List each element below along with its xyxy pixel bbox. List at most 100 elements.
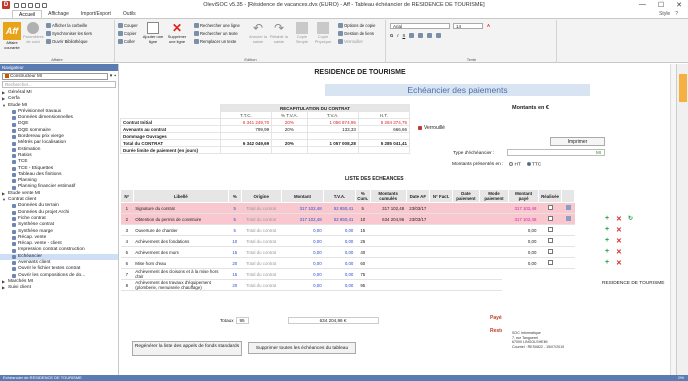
echeance-cell-origine[interactable]: Total du contrat — [241, 235, 282, 247]
add-row-icon[interactable]: + — [605, 259, 609, 266]
echeance-cell-libelle[interactable]: Signature du contrat — [133, 202, 229, 214]
expand-down-icon[interactable]: ▼ — [2, 197, 6, 203]
echeance-cell-date[interactable]: 23/03/17 — [406, 202, 430, 214]
realisee-checkbox[interactable] — [547, 216, 553, 221]
pin-icon[interactable]: ▪ — [114, 73, 116, 79]
echeance-cell-empty[interactable] — [479, 202, 509, 214]
echeance-cell-date[interactable]: 23/03/17 — [406, 213, 430, 225]
echeance-cell-tva[interactable]: 0,00 — [323, 246, 356, 258]
echeance-cell-cum[interactable]: 95 — [355, 279, 371, 291]
echeance-cell-pct[interactable]: 5 — [228, 224, 242, 236]
delete-row-icon[interactable]: ✕ — [616, 237, 622, 245]
echeance-cell-origine[interactable]: Total du contrat — [241, 246, 282, 258]
echeance-cell-empty[interactable] — [429, 213, 453, 225]
echeance-cell-date[interactable] — [406, 224, 430, 236]
ajouter-ligne-button[interactable]: Ajouter une ligne — [142, 22, 164, 44]
echeance-cell-cumules[interactable] — [370, 235, 407, 247]
recap-cell-pct[interactable]: 20% — [271, 118, 308, 126]
coller-button[interactable]: Coller — [118, 39, 135, 44]
echeance-cell-cumules[interactable]: 634 204,96 — [370, 213, 407, 225]
radio-ttc[interactable]: TTC — [526, 162, 541, 167]
echeance-cell-tva[interactable]: 0,00 — [323, 235, 356, 247]
echeance-cell-empty[interactable] — [452, 268, 480, 280]
echeance-cell-libelle[interactable]: Achèvement des murs — [133, 246, 229, 258]
echeance-cell-paye[interactable]: 0,00 — [508, 257, 539, 269]
echeance-cell-libelle[interactable]: Achèvement des fondations — [133, 235, 229, 247]
options-copie-button[interactable]: Options de copie — [338, 23, 375, 28]
affaire-courante-button[interactable]: Aff Affaire courante — [2, 22, 22, 50]
recap-cell-pct[interactable]: 20% — [271, 139, 308, 147]
add-row-icon[interactable]: + — [605, 248, 609, 255]
echeance-cell-n[interactable]: 5 — [120, 246, 134, 258]
echeance-cell-empty[interactable] — [452, 235, 480, 247]
echeance-cell-montant[interactable]: 317 102,48 — [281, 213, 324, 225]
recap-cell-pct[interactable] — [271, 132, 308, 140]
close-button[interactable]: ✕ — [676, 1, 682, 9]
echeance-cell-tva[interactable]: 0,00 — [323, 279, 356, 291]
delete-row-icon[interactable]: ✕ — [616, 259, 622, 267]
add-row-icon[interactable]: + — [605, 226, 609, 233]
echeance-cell-paye[interactable]: 0,00 — [508, 224, 539, 236]
echeance-cell-origine[interactable]: Total du contrat — [241, 268, 282, 280]
echeance-cell-tva[interactable]: 52 850,41 — [323, 202, 356, 214]
echeance-cell-date[interactable] — [406, 268, 430, 280]
afficher-corbeille-button[interactable]: Afficher la corbeille — [46, 23, 87, 28]
verrouiller-button[interactable]: Verrouiller — [338, 39, 363, 44]
echeance-cell-montant[interactable]: 317 102,48 — [281, 202, 324, 214]
recap-cell-ttc[interactable]: 6 342 049,69 — [219, 139, 273, 147]
justify-icon[interactable] — [436, 33, 442, 38]
echeance-row[interactable]: 2 Obtention du permis de construire 5 Total… — [120, 213, 575, 225]
realisee-checkbox[interactable] — [547, 260, 553, 265]
echeance-cell-pct[interactable]: 5 — [228, 202, 242, 214]
echeance-cell-tva[interactable]: 0,00 — [323, 257, 356, 269]
echeance-cell-cum[interactable]: 10 — [355, 213, 371, 225]
echeance-cell-cum[interactable]: 75 — [355, 268, 371, 280]
echeance-cell-empty[interactable] — [429, 268, 453, 280]
type-echeancier-select[interactable]: MI — [507, 149, 605, 156]
echeance-cell-montant[interactable]: 0,00 — [281, 257, 324, 269]
recap-cell-ht[interactable] — [357, 132, 411, 140]
font-family-select[interactable]: Arial — [390, 23, 450, 29]
echeance-cell-cumules[interactable] — [370, 257, 407, 269]
echeance-cell-empty[interactable] — [429, 235, 453, 247]
echeance-cell-origine[interactable]: Total du contrat — [241, 257, 282, 269]
echeance-cell-pct[interactable]: 15 — [228, 246, 242, 258]
echeance-cell-paye[interactable]: 317 102,48 — [508, 202, 539, 214]
recap-cell-ht[interactable]: 666,66 — [357, 125, 411, 133]
parametres-suivi-button[interactable]: Paramètres de suivi — [23, 22, 44, 44]
echeance-cell-paye[interactable]: 0,00 — [508, 235, 539, 247]
side-panel-tab[interactable] — [679, 74, 687, 102]
echeance-row[interactable]: 6 Mise hors d'eau 20 Total du contrat 0,00 0,… — [120, 257, 575, 269]
echeance-cell-empty[interactable] — [429, 224, 453, 236]
delete-row-icon[interactable]: ✕ — [616, 248, 622, 256]
tab-import-export[interactable]: Import/Export — [75, 10, 117, 18]
italic-icon[interactable]: I — [397, 33, 398, 38]
style-menu[interactable]: Style — [659, 11, 670, 17]
delete-row-icon[interactable]: ✕ — [616, 215, 622, 223]
echeance-cell-origine[interactable]: Total du contrat — [241, 279, 282, 291]
expand-right-icon[interactable]: ▶ — [2, 285, 6, 291]
recap-cell-ht[interactable]: 5 285 041,41 — [357, 139, 411, 147]
add-row-icon[interactable]: + — [605, 215, 609, 222]
echeance-row[interactable]: 1 Signature du contrat 5 Total du contrat 31… — [120, 202, 575, 214]
maximize-button[interactable]: ☐ — [658, 1, 664, 9]
echeance-cell-pct[interactable]: 20 — [228, 279, 242, 291]
echeance-cell-libelle[interactable]: Achèvement des travaux d'équipement (plo… — [133, 279, 229, 291]
echeance-cell-empty[interactable] — [479, 213, 509, 225]
delete-row-icon[interactable]: ✕ — [616, 226, 622, 234]
echeance-cell-pct[interactable]: 10 — [228, 235, 242, 247]
file-tab[interactable] — [0, 10, 12, 18]
echeance-cell-cum[interactable]: 15 — [355, 224, 371, 236]
echeance-cell-n[interactable]: 4 — [120, 235, 134, 247]
echeance-cell-cumules[interactable] — [370, 268, 407, 280]
align-right-icon[interactable] — [427, 33, 433, 38]
echeance-cell-libelle[interactable]: Obtention du permis de construire — [133, 213, 229, 225]
navigator-item[interactable]: ▶ Suivi client — [0, 285, 118, 291]
radio-ht[interactable]: HT — [509, 162, 521, 167]
retablir-saisie-button[interactable]: ↷ Rétablir la saisie — [269, 22, 289, 44]
echeance-cell-empty[interactable] — [452, 202, 480, 214]
copie-simple-button[interactable]: Copie Simple — [292, 22, 312, 44]
echeance-cell-cumules[interactable] — [370, 279, 407, 291]
echeance-cell-n[interactable]: 1 — [120, 202, 134, 214]
remplacer-texte-button[interactable]: Remplacer un texte — [194, 39, 236, 44]
